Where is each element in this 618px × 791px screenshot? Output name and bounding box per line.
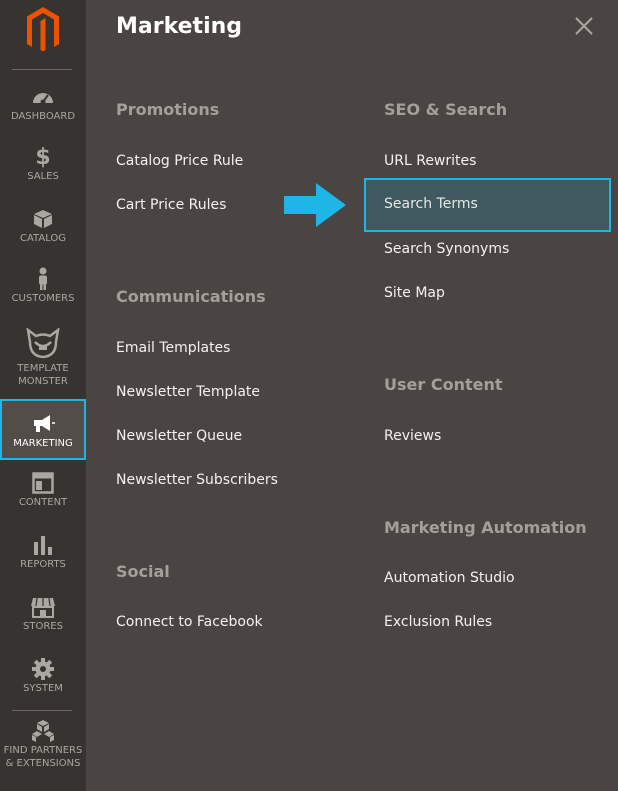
menu-link-newsletter-queue[interactable]: Newsletter Queue (116, 425, 242, 447)
gear-icon (23, 656, 63, 682)
bar-chart-icon (23, 532, 63, 558)
menu-link-exclusion-rules[interactable]: Exclusion Rules (384, 611, 492, 633)
menu-link-newsletter-template[interactable]: Newsletter Template (116, 381, 260, 403)
arrow-right-icon (284, 183, 346, 227)
menu-link-newsletter-subscribers[interactable]: Newsletter Subscribers (116, 469, 278, 491)
sidebar-item-label: CUSTOMERS (11, 293, 75, 304)
menu-link-site-map[interactable]: Site Map (384, 282, 445, 304)
panel-title: Marketing (116, 14, 243, 39)
sidebar-item-content[interactable]: CONTENT (0, 470, 86, 526)
cubes-icon (23, 718, 63, 744)
sidebar-item-marketing[interactable]: MARKETING (0, 399, 86, 460)
sidebar-item-catalog[interactable]: CATALOG (0, 206, 86, 262)
sidebar-divider (12, 710, 72, 711)
section-title-communications: Communications (116, 287, 266, 306)
magento-logo[interactable] (0, 0, 86, 60)
close-button[interactable] (570, 12, 598, 40)
menu-link-url-rewrites[interactable]: URL Rewrites (384, 150, 476, 172)
sidebar-item-reports[interactable]: REPORTS (0, 532, 86, 588)
annotation-arrow (282, 182, 348, 228)
sidebar-item-customers[interactable]: CUSTOMERS (0, 266, 86, 322)
section-title-promotions: Promotions (116, 100, 220, 119)
dollar-icon: $ (35, 144, 51, 170)
menu-link-search-terms[interactable]: Search Terms (364, 178, 611, 232)
sidebar-item-label: REPORTS (20, 559, 66, 570)
sidebar-item-label: SALES (27, 171, 59, 182)
sidebar-item-label: FIND PARTNERS & EXTENSIONS (3, 745, 83, 769)
sidebar-item-label: MARKETING (13, 438, 73, 449)
sidebar-item-find-partners[interactable]: FIND PARTNERS & EXTENSIONS (0, 718, 86, 780)
admin-sidebar: DASHBOARD $ SALES CATALOG CUSTOMERS TEMP… (0, 0, 86, 791)
megaphone-icon (23, 411, 63, 437)
menu-link-automation-studio[interactable]: Automation Studio (384, 567, 515, 589)
layout-icon (23, 470, 63, 496)
sidebar-item-system[interactable]: SYSTEM (0, 656, 86, 712)
box-icon (23, 206, 63, 232)
sidebar-item-dashboard[interactable]: DASHBOARD (0, 84, 86, 140)
sidebar-item-label: SYSTEM (23, 683, 63, 694)
person-icon (23, 266, 63, 292)
section-title-social: Social (116, 562, 170, 581)
sidebar-item-label: CATALOG (19, 233, 67, 244)
storefront-icon (23, 594, 63, 620)
sidebar-item-stores[interactable]: STORES (0, 594, 86, 650)
menu-link-email-templates[interactable]: Email Templates (116, 337, 230, 359)
section-title-seo-search: SEO & Search (384, 100, 508, 119)
sidebar-item-sales[interactable]: $ SALES (0, 144, 86, 200)
magento-logo-icon (27, 7, 59, 52)
menu-link-search-synonyms[interactable]: Search Synonyms (384, 238, 509, 260)
sidebar-divider (12, 69, 72, 70)
sidebar-item-label: TEMPLATE MONSTER (17, 363, 69, 387)
menu-link-connect-to-facebook[interactable]: Connect to Facebook (116, 611, 263, 633)
sidebar-item-template-monster[interactable]: TEMPLATE MONSTER (0, 326, 86, 396)
sidebar-item-label: STORES (23, 621, 63, 632)
menu-link-reviews[interactable]: Reviews (384, 425, 441, 447)
sidebar-item-label: CONTENT (18, 497, 68, 508)
sidebar-item-label: DASHBOARD (10, 111, 76, 122)
monster-icon (23, 326, 63, 362)
close-icon (575, 17, 593, 35)
menu-link-cart-price-rules[interactable]: Cart Price Rules (116, 194, 226, 216)
dashboard-icon (23, 84, 63, 110)
section-title-user-content: User Content (384, 375, 503, 394)
section-title-marketing-automation: Marketing Automation (384, 518, 587, 537)
menu-link-catalog-price-rule[interactable]: Catalog Price Rule (116, 150, 243, 172)
